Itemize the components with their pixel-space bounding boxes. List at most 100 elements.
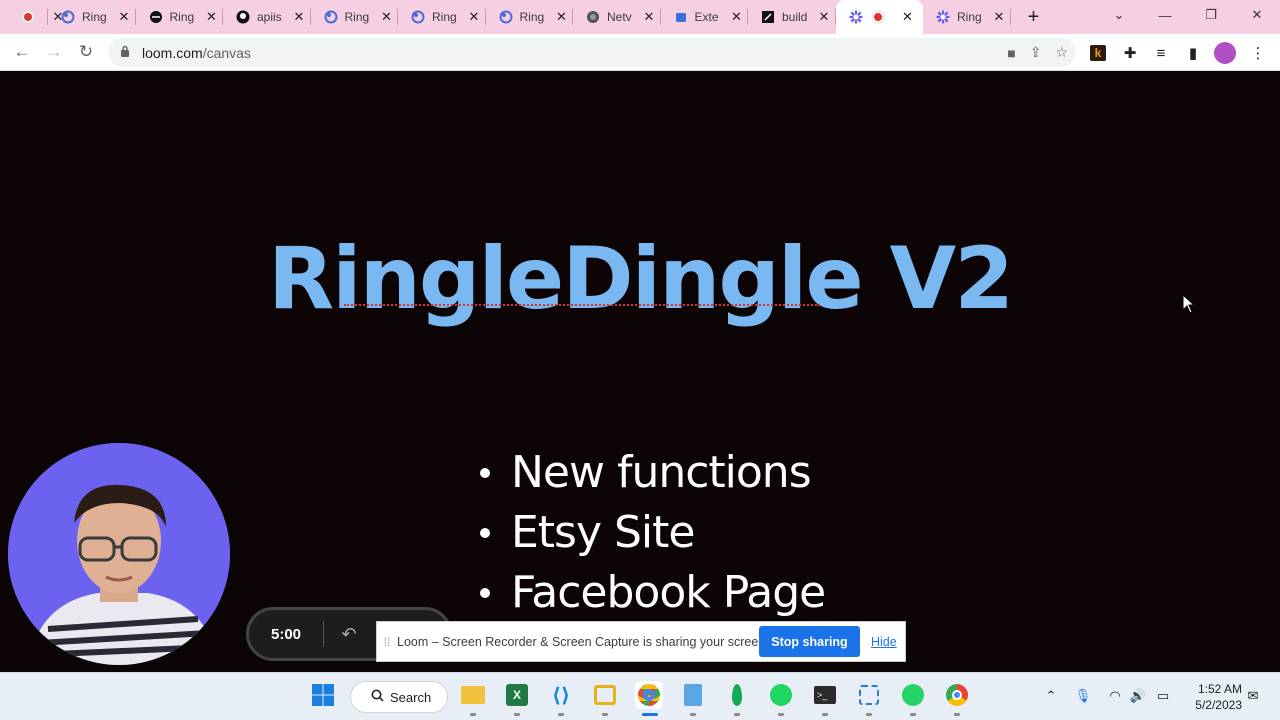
chrome-icon[interactable]	[943, 681, 971, 709]
bullet-item: Etsy Site	[480, 503, 825, 563]
browser-tab[interactable]: Exte ✕	[661, 0, 748, 34]
side-panel-icon[interactable]: ▮	[1181, 41, 1205, 65]
browser-tab[interactable]: apiis ✕	[223, 0, 311, 34]
browser-tab[interactable]: Ring ✕	[398, 0, 486, 34]
close-tab-icon[interactable]: ✕	[291, 9, 307, 25]
close-tab-icon[interactable]: ✕	[816, 9, 832, 25]
browser-tab[interactable]: ✕	[835, 0, 923, 34]
battery-icon[interactable]: ▭	[1153, 683, 1173, 709]
bullet-dot-icon	[480, 468, 490, 478]
chrome-profile-icon[interactable]	[635, 681, 663, 709]
ring-app-icon	[498, 9, 514, 25]
webcam-bubble[interactable]	[8, 443, 230, 665]
k-extension-icon[interactable]: k	[1086, 41, 1110, 65]
recording-timer: 5:00	[270, 625, 302, 643]
file-explorer-icon[interactable]	[459, 681, 487, 709]
slide-canvas: RingleDingle V2 New functions Etsy Site Fa…	[0, 71, 1280, 672]
tab-title: build	[782, 10, 808, 24]
wifi-icon[interactable]: ◠	[1106, 683, 1124, 709]
stop-sharing-button[interactable]: Stop sharing	[759, 626, 860, 657]
bullet-text: New functions	[511, 447, 812, 498]
windows-start-icon[interactable]	[309, 681, 337, 709]
media-control-icon[interactable]: ≡	[1149, 41, 1173, 65]
extensions-puzzle-icon[interactable]: ✚	[1118, 41, 1142, 65]
whatsapp-icon[interactable]	[899, 681, 927, 709]
tab-list: ✕ Ring ✕ Ring ✕ apiis ✕ Ring ✕ Ring ✕ Ring ✕ Netv ✕ Ext…	[0, 0, 1011, 34]
taskbar-search[interactable]: Search	[350, 681, 448, 713]
hide-link[interactable]: Hide	[871, 635, 897, 649]
brain-icon	[585, 9, 601, 25]
tab-title: Ring	[432, 10, 457, 24]
system-clock[interactable]: 1:52 AM 5/2/2023	[1186, 681, 1242, 713]
screen-share-bar: ⁞⁞ Loom – Screen Recorder & Screen Captu…	[376, 621, 906, 662]
mouse-cursor-icon	[1182, 294, 1196, 314]
share-icon[interactable]: ⇪	[1030, 44, 1042, 61]
close-tab-icon[interactable]: ✕	[116, 9, 132, 25]
url-text: loom.com/canvas	[142, 44, 251, 61]
notifications-icon[interactable]: ✉	[1244, 683, 1262, 709]
tab-separator	[1009, 9, 1011, 25]
bullet-text: Etsy Site	[511, 507, 695, 558]
browser-tab[interactable]: Ring ✕	[923, 0, 1011, 34]
mongodb-icon[interactable]	[723, 681, 751, 709]
tab-title: apiis	[257, 10, 282, 24]
close-tab-icon[interactable]: ✕	[729, 9, 745, 25]
browser-tab[interactable]: Ring ✕	[486, 0, 573, 34]
bookmark-star-icon[interactable]: ☆	[1055, 44, 1068, 61]
search-icon	[371, 689, 384, 705]
close-tab-icon[interactable]: ✕	[991, 9, 1007, 25]
bullet-list: New functions Etsy Site Facebook Page	[480, 443, 826, 623]
browser-tab[interactable]: Ring ✕	[136, 0, 223, 34]
close-tab-icon[interactable]: ✕	[554, 9, 570, 25]
notepad-icon[interactable]	[679, 681, 707, 709]
menu-kebab-icon[interactable]: ⋮	[1246, 41, 1270, 65]
slide-title: RingleDingle V2	[267, 229, 1014, 329]
terminal-icon[interactable]: >_	[811, 681, 839, 709]
minimize-button[interactable]: —	[1142, 0, 1188, 30]
spotify-icon[interactable]	[767, 681, 795, 709]
browser-tab[interactable]: Netv ✕	[573, 0, 661, 34]
show-hidden-icons-chevron-icon[interactable]: ⌃	[1042, 683, 1060, 709]
forward-button[interactable]: →	[38, 36, 70, 68]
close-tab-icon[interactable]: ✕	[204, 9, 220, 25]
snipping-tool-icon[interactable]	[855, 681, 883, 709]
close-window-button[interactable]: ✕	[1234, 0, 1280, 30]
sticky-app-icon[interactable]	[591, 681, 619, 709]
ring-dark-icon	[148, 9, 164, 25]
close-tab-icon[interactable]: ✕	[900, 9, 916, 25]
spellcheck-underline	[344, 303, 820, 306]
search-label: Search	[390, 689, 432, 705]
tab-search-icon[interactable]: ⌄	[1096, 0, 1142, 30]
ring-app-icon	[323, 9, 339, 25]
drag-handle-icon[interactable]: ⁞⁞	[377, 635, 397, 649]
vscode-icon[interactable]: ⟨⟩	[547, 681, 575, 709]
address-bar[interactable]: loom.com/canvas ■ ⇪ ☆	[108, 38, 1076, 67]
restore-button[interactable]: ❐	[1188, 0, 1234, 30]
presenter-video	[8, 443, 230, 665]
reload-button[interactable]: ↻	[70, 36, 102, 68]
bullet-item: New functions	[480, 443, 825, 503]
browser-tab[interactable]: Ring ✕	[48, 0, 136, 34]
tab-title: Ring	[519, 10, 545, 24]
undo-icon[interactable]: ↶	[324, 624, 374, 645]
profile-avatar[interactable]	[1213, 41, 1237, 65]
new-tab-button[interactable]: +	[1017, 0, 1051, 34]
recording-indicator-icon	[870, 9, 886, 25]
excel-icon[interactable]: X	[503, 681, 531, 709]
close-tab-icon[interactable]: ✕	[641, 9, 657, 25]
microphone-icon[interactable]: 🎙	[1074, 683, 1092, 709]
back-button[interactable]: ←	[6, 36, 38, 68]
windows-taskbar: Search X ⟨⟩ >_ ⌃ 🎙 ◠ 🔊 ▭ 1:52 AM 5/2/202…	[0, 672, 1280, 720]
volume-icon[interactable]: 🔊	[1128, 683, 1148, 709]
camera-icon[interactable]: ■	[1007, 45, 1015, 61]
build-icon	[760, 9, 776, 25]
close-tab-icon[interactable]: ✕	[466, 9, 482, 25]
browser-tab[interactable]: build ✕	[748, 0, 836, 34]
browser-tab[interactable]: Ring ✕	[311, 0, 398, 34]
close-tab-icon[interactable]: ✕	[379, 9, 395, 25]
tab-title: Ring	[82, 10, 107, 24]
ring-app-icon	[410, 9, 426, 25]
tab-title: Ring	[169, 10, 195, 24]
browser-tab[interactable]: ✕	[0, 0, 63, 34]
bullet-item: Facebook Page	[480, 563, 826, 623]
